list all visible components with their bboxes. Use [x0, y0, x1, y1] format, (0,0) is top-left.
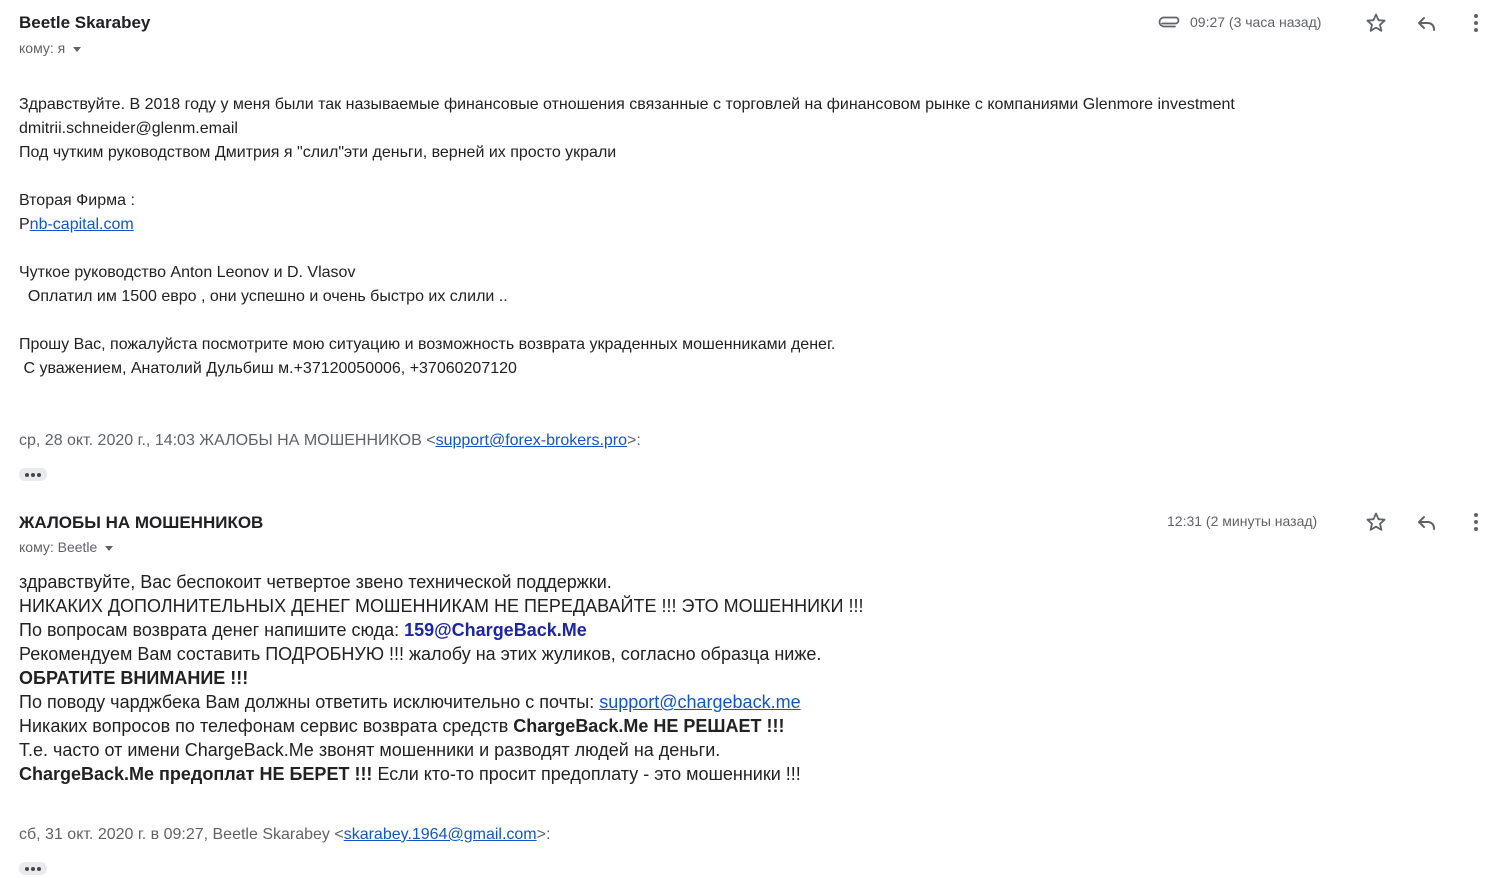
body-line: Под чутким руководством Дмитрия я "слил"…: [19, 144, 617, 161]
chargeback-email-link[interactable]: 159@ChargeBack.Me: [404, 620, 587, 640]
reply-icon[interactable]: [1414, 510, 1438, 534]
message-time: 12:31 (2 минуты назад): [1167, 513, 1318, 529]
star-icon[interactable]: [1364, 11, 1388, 35]
body-line: Чуткое руководство Anton Leonov и D. Vla…: [19, 264, 356, 281]
message-body: Здравствуйте. В 2018 году у меня были та…: [19, 93, 1235, 381]
body-line: Здравствуйте. В 2018 году у меня были та…: [19, 96, 1235, 113]
body-line: Рекомендуем Вам составить ПОДРОБНУЮ !!! …: [19, 644, 822, 664]
body-line: Оплатил им 1500 евро , они успешно и оче…: [19, 288, 508, 305]
website-link[interactable]: nb-capital.com: [30, 216, 134, 233]
body-line: Т.е. часто от имени ChargeBack.Me звонят…: [19, 740, 721, 760]
support-email-link[interactable]: support@chargeback.me: [599, 692, 800, 712]
body-line: С уважением, Анатолий Дульбиш м.+3712005…: [19, 360, 517, 377]
body-line: Прошу Вас, пожалуйста посмотрите мою сит…: [19, 336, 836, 353]
quote-header: сб, 31 окт. 2020 г. в 09:27, Beetle Skar…: [19, 826, 550, 844]
body-line: ОБРАТИТЕ ВНИМАНИЕ !!!: [19, 666, 863, 690]
body-line: здравствуйте, Вас беспокоит четвертое зв…: [19, 572, 612, 592]
recipients-label: кому: я: [19, 40, 66, 56]
recipients-label: кому: Beetle: [19, 539, 98, 555]
message-time: 09:27 (3 часа назад): [1190, 14, 1322, 30]
reply-icon[interactable]: [1414, 11, 1438, 35]
quote-text: >:: [536, 826, 551, 843]
body-line: По поводу чарджбека Вам должны ответить …: [19, 690, 863, 714]
more-vert-icon[interactable]: [1464, 510, 1488, 534]
body-emphasis: ChargeBack.Me НЕ РЕШАЕТ !!!: [513, 716, 785, 736]
body-text: P: [19, 216, 30, 233]
show-trimmed-content-button[interactable]: [19, 468, 47, 481]
more-vert-icon[interactable]: [1464, 11, 1488, 35]
star-icon[interactable]: [1364, 510, 1388, 534]
quote-text: сб, 31 окт. 2020 г. в 09:27, Beetle Skar…: [19, 826, 344, 843]
recipients-toggle[interactable]: кому: я: [19, 40, 82, 56]
chevron-down-icon: [73, 46, 82, 52]
body-text: По поводу чарджбека Вам должны ответить …: [19, 692, 600, 712]
recipients-toggle[interactable]: кому: Beetle: [19, 539, 114, 555]
notice-heading: ОБРАТИТЕ ВНИМАНИЕ !!!: [19, 668, 249, 688]
body-line: dmitrii.schneider@glenm.email: [19, 120, 238, 137]
body-line: Вторая Фирма :: [19, 192, 135, 209]
body-line: Никаких вопросов по телефонам сервис воз…: [19, 714, 863, 738]
body-text: По вопросам возврата денег напишите сюда…: [19, 620, 405, 640]
quote-text: ср, 28 окт. 2020 г., 14:03 ЖАЛОБЫ НА МОШ…: [19, 432, 436, 449]
sender-name[interactable]: ЖАЛОБЫ НА МОШЕННИКОВ: [19, 513, 263, 533]
quote-header: ср, 28 окт. 2020 г., 14:03 ЖАЛОБЫ НА МОШ…: [19, 432, 641, 450]
body-line: По вопросам возврата денег напишите сюда…: [19, 618, 863, 642]
body-text: Никаких вопросов по телефонам сервис воз…: [19, 716, 514, 736]
sender-name[interactable]: Beetle Skarabey: [19, 13, 150, 33]
show-trimmed-content-button[interactable]: [19, 862, 47, 875]
body-line: Pnb-capital.com: [19, 213, 1235, 237]
quote-email-link[interactable]: skarabey.1964@gmail.com: [344, 826, 537, 843]
chevron-down-icon: [105, 545, 114, 551]
body-line: НИКАКИХ ДОПОЛНИТЕЛЬНЫХ ДЕНЕГ МОШЕННИКАМ …: [19, 596, 864, 616]
body-emphasis: ChargeBack.Me предоплат НЕ БЕРЕТ !!!: [19, 764, 373, 784]
body-line: ChargeBack.Me предоплат НЕ БЕРЕТ !!! Есл…: [19, 762, 863, 786]
body-text: Если кто-то просит предоплату - это моше…: [372, 764, 801, 784]
quote-email-link[interactable]: support@forex-brokers.pro: [436, 432, 627, 449]
message-body: здравствуйте, Вас беспокоит четвертое зв…: [19, 570, 863, 786]
attachment-icon: [1158, 11, 1182, 35]
quote-text: >:: [627, 432, 641, 449]
